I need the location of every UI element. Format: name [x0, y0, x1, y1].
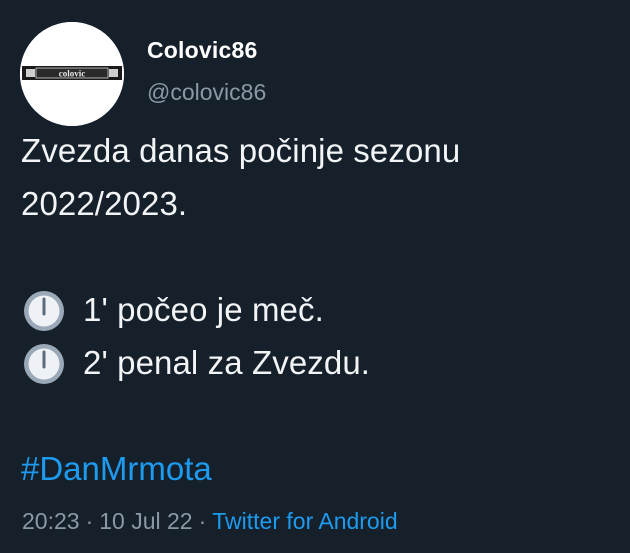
display-name[interactable]: Colovic86 [147, 37, 257, 64]
tweet-text-line-1: Zvezda danas počinje sezonu [21, 132, 461, 169]
tweet-text-line-2: 2022/2023. [21, 185, 188, 222]
tweet-meta: 20:23 · 10 Jul 22 · Twitter for Android [22, 506, 398, 536]
tweet-date[interactable]: 10 Jul 22 [99, 508, 192, 534]
event-text-1: 1' počeo je meč. [83, 291, 324, 328]
avatar-text: colovic [59, 69, 86, 79]
meta-separator: · [198, 508, 207, 534]
tweet-source-link[interactable]: Twitter for Android [212, 508, 397, 534]
clock-icon [24, 291, 64, 331]
avatar[interactable]: colovic [20, 22, 124, 126]
avatar-logo: colovic [20, 22, 124, 126]
meta-separator: · [85, 508, 94, 534]
user-handle[interactable]: @colovic86 [147, 79, 266, 106]
event-text-2: 2' penal za Zvezdu. [83, 344, 371, 381]
tweet-time[interactable]: 20:23 [22, 508, 80, 534]
hashtag-link[interactable]: #DanMrmota [21, 449, 212, 489]
clock-icon [24, 344, 64, 384]
tweet-card: colovic Colovic86 @colovic86 Zvezda dana… [0, 0, 630, 553]
